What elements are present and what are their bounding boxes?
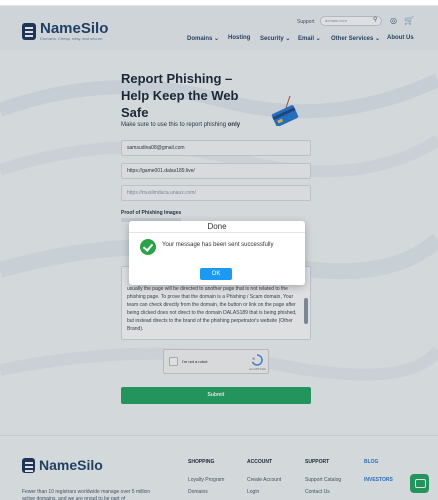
dialog-title: Done: [129, 221, 305, 233]
success-dialog: Done Your message has been sent successf…: [129, 221, 305, 285]
dialog-ok-button[interactable]: OK: [200, 268, 232, 280]
dialog-message: Your message has been sent successfully: [162, 242, 274, 248]
success-check-icon: [140, 239, 156, 255]
